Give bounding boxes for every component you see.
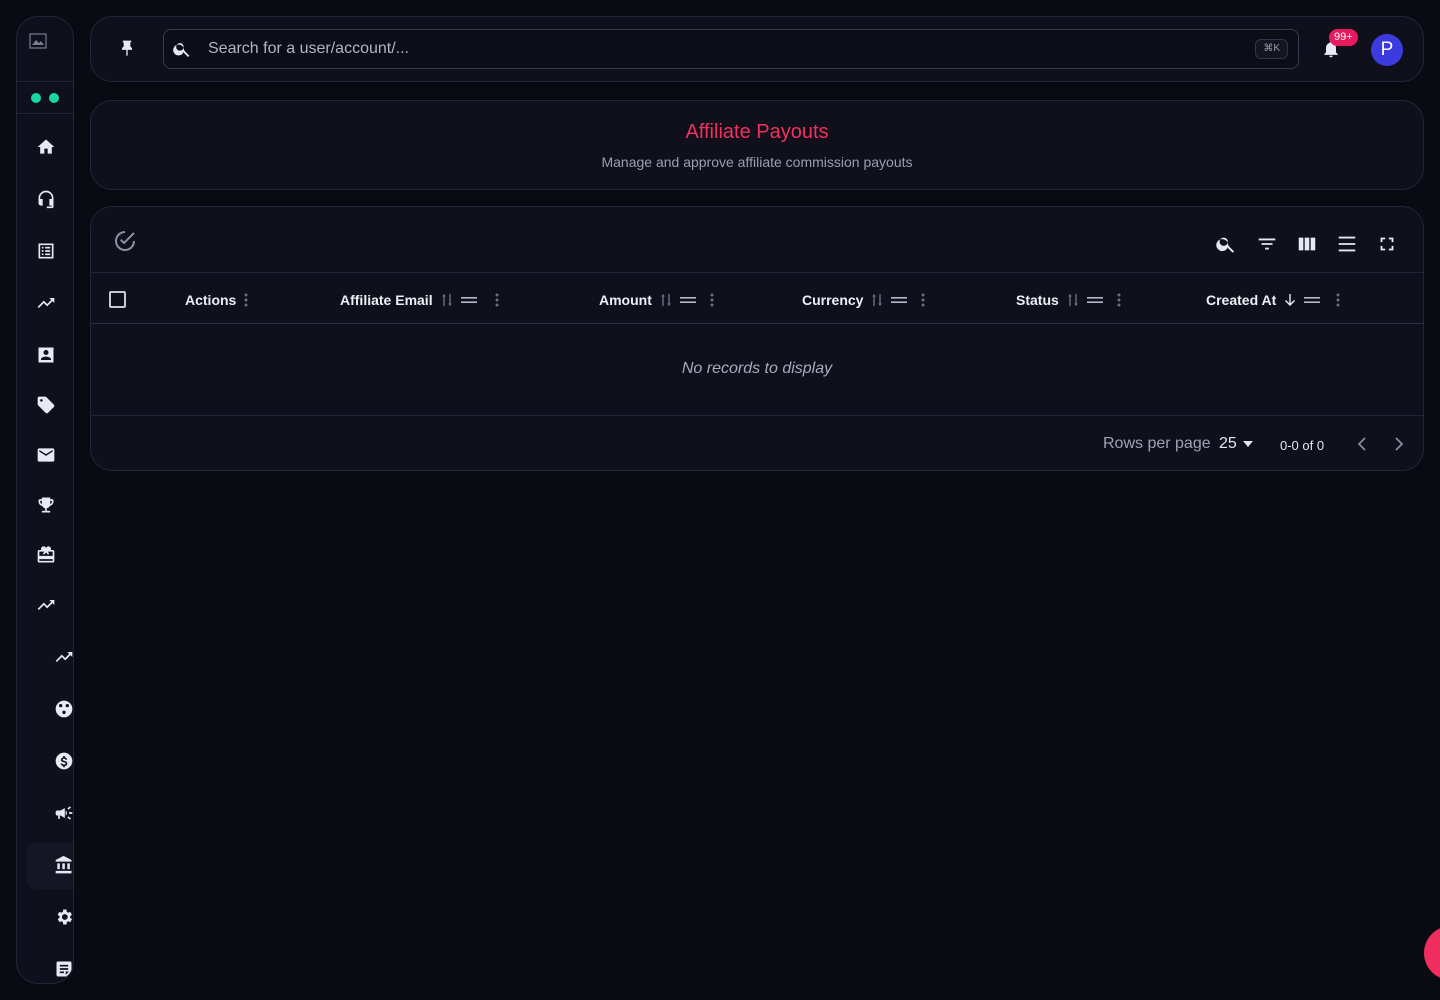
column-header-created-at[interactable]: Created At — [1206, 291, 1340, 309]
sidebar-divider — [17, 81, 73, 82]
user-avatar[interactable]: P — [1371, 34, 1403, 66]
column-menu-icon[interactable] — [495, 293, 499, 307]
column-menu-icon[interactable] — [1117, 293, 1121, 307]
sort-icon[interactable] — [871, 293, 883, 307]
column-header-affiliate-email[interactable]: Affiliate Email — [340, 291, 499, 309]
column-header-actions: Actions — [185, 291, 248, 309]
home-icon[interactable] — [35, 136, 57, 158]
sort-icon[interactable] — [660, 293, 672, 307]
column-menu-icon[interactable] — [1336, 293, 1340, 307]
drag-handle-icon[interactable] — [891, 295, 908, 305]
empty-state-message: No records to display — [91, 324, 1423, 416]
bulk-approve-check-icon[interactable] — [113, 229, 137, 253]
pagination-range: 0-0 of 0 — [1280, 438, 1325, 453]
dropdown-arrow-icon — [1242, 441, 1253, 447]
page-title: Affiliate Payouts — [685, 121, 829, 143]
column-menu-icon[interactable] — [710, 293, 714, 307]
fullscreen-icon[interactable] — [1376, 233, 1398, 255]
page-subtitle: Manage and approve affiliate commission … — [601, 154, 913, 170]
select-all-checkbox[interactable] — [109, 291, 126, 308]
contact-card-icon[interactable] — [35, 344, 57, 366]
search-bar: ⌘K — [163, 29, 1299, 69]
column-menu-icon[interactable] — [244, 293, 248, 307]
settings-gear-icon[interactable] — [53, 906, 73, 928]
support-agent-icon[interactable] — [35, 188, 57, 210]
status-dots — [31, 93, 59, 103]
growth-trend-icon[interactable] — [53, 646, 73, 668]
previous-page-icon[interactable] — [1355, 436, 1373, 454]
gift-card-icon[interactable] — [35, 544, 57, 566]
table-search-icon[interactable] — [1215, 233, 1237, 255]
sort-descending-icon[interactable] — [1284, 293, 1296, 307]
drag-handle-icon[interactable] — [460, 295, 477, 305]
drag-handle-icon[interactable] — [679, 295, 696, 305]
top-bar: ⌘K 99+ P — [90, 16, 1424, 82]
casino-chip-icon[interactable] — [53, 698, 73, 720]
payouts-table-card: Actions Affiliate Email Amount Currency … — [90, 206, 1424, 471]
floating-action-button[interactable] — [1424, 926, 1440, 980]
sort-icon[interactable] — [1067, 293, 1079, 307]
sort-icon[interactable] — [441, 293, 453, 307]
drag-handle-icon[interactable] — [1086, 295, 1103, 305]
mail-icon[interactable] — [35, 444, 57, 466]
next-page-icon[interactable] — [1390, 436, 1408, 454]
analytics-trend-icon[interactable] — [35, 594, 57, 616]
notification-count-badge: 99+ — [1329, 29, 1358, 46]
pin-icon[interactable] — [117, 39, 139, 61]
rows-per-page-select[interactable]: 25 — [1219, 435, 1253, 453]
bank-icon[interactable] — [53, 854, 73, 876]
column-menu-icon[interactable] — [921, 293, 925, 307]
list-alt-icon[interactable] — [35, 240, 57, 262]
dollar-coin-icon[interactable] — [53, 750, 73, 772]
page-header: Affiliate Payouts Manage and approve aff… — [90, 100, 1424, 190]
drag-handle-icon[interactable] — [1304, 295, 1321, 305]
filter-list-icon[interactable] — [1256, 233, 1278, 255]
search-input[interactable] — [208, 30, 1238, 68]
trending-up-icon[interactable] — [35, 292, 57, 314]
rows-per-page-value: 25 — [1219, 435, 1237, 452]
tag-icon[interactable] — [35, 394, 57, 416]
search-shortcut-hint: ⌘K — [1255, 39, 1288, 59]
column-header-amount[interactable]: Amount — [599, 291, 714, 309]
sidebar — [16, 16, 74, 984]
sidebar-divider — [17, 113, 73, 114]
logo-icon — [29, 33, 47, 49]
search-icon — [172, 39, 192, 59]
table-pagination: Rows per page 25 0-0 of 0 — [91, 416, 1423, 472]
notes-icon[interactable] — [53, 958, 73, 980]
column-header-currency[interactable]: Currency — [802, 291, 925, 309]
table-header-row: Actions Affiliate Email Amount Currency … — [91, 272, 1423, 324]
density-menu-icon[interactable] — [1336, 233, 1358, 255]
view-columns-icon[interactable] — [1296, 233, 1318, 255]
trophy-icon[interactable] — [35, 494, 57, 516]
rows-per-page-label: Rows per page — [1103, 435, 1211, 452]
campaign-megaphone-icon[interactable] — [53, 802, 73, 824]
column-header-status[interactable]: Status — [1016, 291, 1121, 309]
